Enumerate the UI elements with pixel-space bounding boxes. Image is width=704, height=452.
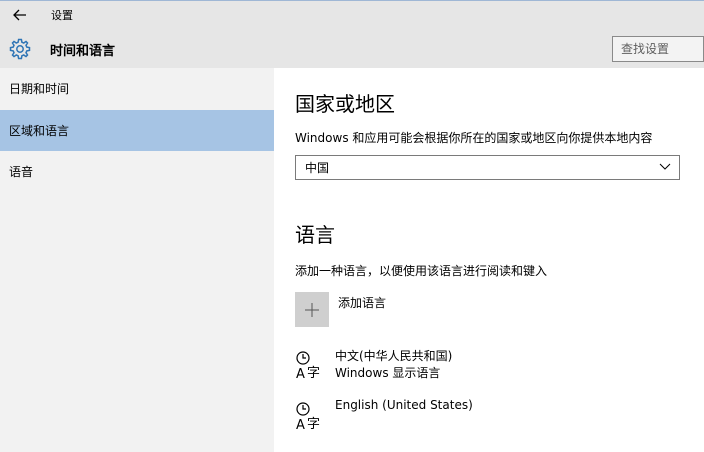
language-description: 添加一种语言，以便使用该语言进行阅读和键入: [295, 264, 548, 278]
search-input[interactable]: [612, 36, 704, 62]
back-arrow-icon: [13, 9, 26, 21]
back-button[interactable]: [9, 5, 31, 25]
svg-text:A: A: [296, 418, 305, 432]
region-select-value: 中国: [305, 161, 330, 175]
region-select[interactable]: 中国: [295, 155, 680, 180]
sidebar-item-label: 日期和时间: [9, 82, 70, 96]
gear-icon: [9, 38, 31, 60]
svg-text:字: 字: [307, 417, 320, 432]
language-name: English (United States): [335, 398, 473, 412]
language-item-chinese[interactable]: A 字 中文(中华人民共和国) Windows 显示语言: [295, 347, 675, 385]
window-title: 设置: [51, 9, 73, 22]
plus-icon-box: [295, 292, 329, 327]
sidebar-item-speech[interactable]: 语音: [0, 151, 274, 192]
region-description: Windows 和应用可能会根据你所在的国家或地区向你提供本地内容: [295, 131, 653, 145]
main-content: 国家或地区 Windows 和应用可能会根据你所在的国家或地区向你提供本地内容 …: [274, 68, 704, 452]
language-name: 中文(中华人民共和国): [335, 349, 453, 363]
sidebar-item-region-language[interactable]: 区域和语言: [0, 110, 274, 151]
language-icon: A 字: [296, 402, 320, 432]
svg-text:A: A: [296, 367, 305, 381]
region-section-title: 国家或地区: [295, 92, 395, 116]
add-language-label: 添加语言: [338, 296, 387, 310]
add-language-button[interactable]: 添加语言: [295, 292, 495, 328]
svg-text:字: 字: [307, 366, 320, 381]
language-sub: Windows 显示语言: [335, 366, 441, 380]
window-header: 设置 时间和语言: [0, 0, 704, 68]
sidebar-item-label: 区域和语言: [9, 124, 70, 138]
page-heading: 时间和语言: [50, 44, 116, 59]
language-section-title: 语言: [295, 223, 335, 247]
sidebar-item-label: 语音: [9, 165, 34, 179]
language-icon: A 字: [296, 351, 320, 381]
chevron-down-icon: [659, 163, 671, 170]
title-bar: 设置: [0, 1, 704, 29]
language-item-english[interactable]: A 字 English (United States): [295, 398, 675, 436]
plus-icon: [305, 302, 319, 317]
sidebar: 日期和时间 区域和语言 语音: [0, 68, 274, 452]
sidebar-item-date-time[interactable]: 日期和时间: [0, 68, 274, 109]
